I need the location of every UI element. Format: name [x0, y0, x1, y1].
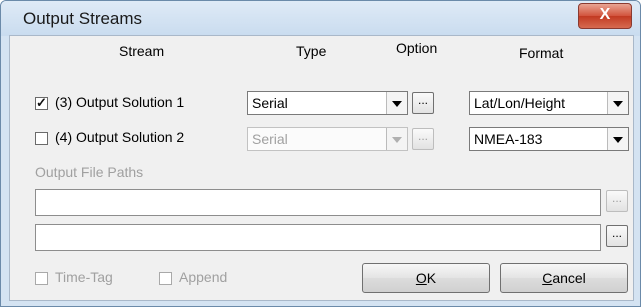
format-header: Format	[519, 45, 564, 61]
chevron-down-icon	[386, 92, 407, 114]
format-select-2[interactable]: NMEA-183	[469, 127, 629, 151]
ellipsis-icon: ...	[611, 226, 622, 240]
output-solution-1-checkbox[interactable]	[35, 95, 48, 111]
cancel-accelerator: C	[542, 270, 553, 286]
dialog-client-area: Stream Type Option Format (3) Output Sol…	[9, 35, 634, 301]
option-header: Option	[396, 40, 438, 56]
chevron-down-icon	[607, 128, 628, 150]
type-select-2[interactable]: Serial	[247, 127, 408, 151]
chevron-down-icon	[607, 92, 628, 114]
output-file-paths-label: Output File Paths	[35, 164, 144, 180]
output-path-2-field[interactable]	[35, 224, 601, 251]
format-select-1-value: Lat/Lon/Height	[474, 95, 566, 111]
time-tag-label: Time-Tag	[55, 269, 113, 285]
type-select-1-value: Serial	[252, 95, 288, 111]
output-solution-2-label: (4) Output Solution 2	[55, 129, 185, 145]
cancel-button[interactable]: Cancel	[500, 263, 628, 293]
close-button[interactable]: X	[578, 3, 632, 29]
format-select-2-value: NMEA-183	[474, 131, 543, 147]
ok-button[interactable]: OK	[362, 263, 490, 293]
ellipsis-icon: ...	[417, 129, 428, 143]
dialog-title: Output Streams	[23, 9, 143, 28]
option-button-2[interactable]: ...	[412, 128, 434, 150]
type-header: Type	[296, 43, 327, 59]
browse-path-1-button[interactable]: ...	[606, 190, 628, 212]
type-select-2-value: Serial	[252, 131, 288, 147]
ellipsis-icon: ...	[417, 93, 428, 107]
time-tag-checkbox[interactable]	[35, 272, 48, 285]
type-select-1[interactable]: Serial	[247, 91, 408, 115]
output-streams-dialog: Output Streams X Stream Type Option Form…	[0, 0, 641, 307]
chevron-down-icon	[386, 128, 407, 150]
format-select-1[interactable]: Lat/Lon/Height	[469, 91, 629, 115]
ok-accelerator: O	[415, 270, 427, 286]
browse-path-2-button[interactable]: ...	[606, 225, 628, 247]
output-solution-2-checkbox[interactable]	[35, 132, 48, 145]
stream-header: Stream	[119, 43, 165, 59]
append-checkbox[interactable]	[159, 272, 172, 285]
close-icon: X	[599, 6, 611, 23]
title-bar: Output Streams X	[1, 1, 640, 36]
option-button-1[interactable]: ...	[412, 92, 434, 114]
append-label: Append	[179, 269, 228, 285]
output-solution-1-label: (3) Output Solution 1	[55, 94, 185, 110]
ellipsis-icon: ...	[611, 191, 622, 205]
output-path-1-field[interactable]	[35, 189, 601, 216]
